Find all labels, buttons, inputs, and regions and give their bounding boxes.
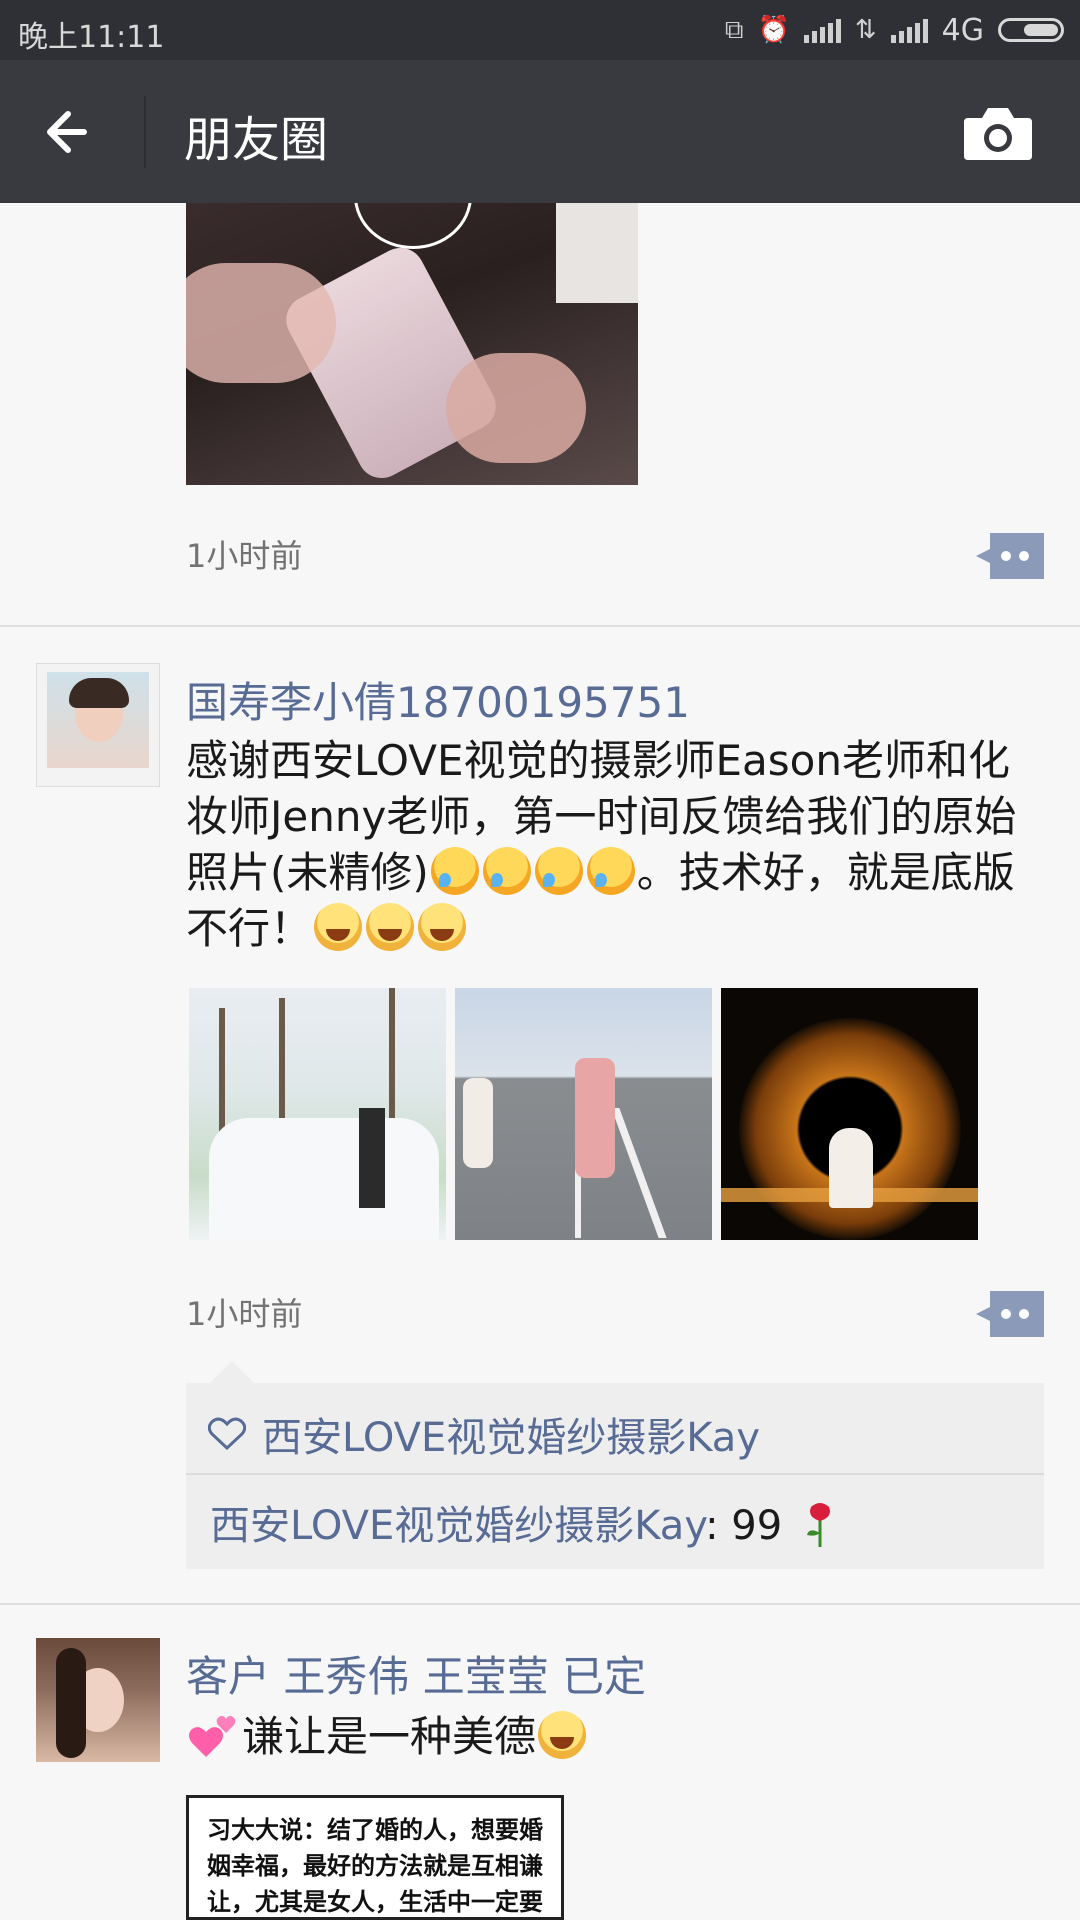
post-video-thumbnail[interactable] bbox=[186, 203, 638, 485]
heart-emoji-icon bbox=[189, 1715, 236, 1757]
heart-icon bbox=[208, 1417, 246, 1451]
data-transfer-icon: ⇅ bbox=[854, 15, 877, 45]
likes-row: 西安LOVE视觉婚纱摄影Kay bbox=[208, 1405, 760, 1463]
post-separator bbox=[0, 625, 1080, 627]
likes-comments-box: 西安LOVE视觉婚纱摄影Kay 西安LOVE视觉婚纱摄影Kay: 99 bbox=[186, 1383, 1044, 1569]
post-photo[interactable] bbox=[721, 988, 978, 1240]
camera-icon[interactable] bbox=[962, 104, 1034, 162]
rotation-lock-icon: ⧉ bbox=[724, 14, 744, 45]
comment-more-icon[interactable] bbox=[976, 533, 1044, 579]
post-time: 1小时前 bbox=[186, 1295, 303, 1333]
page-title: 朋友圈 bbox=[184, 112, 329, 168]
comment-item[interactable]: 西安LOVE视觉婚纱摄影Kay: 99 bbox=[210, 1493, 837, 1551]
liker-name[interactable]: 西安LOVE视觉婚纱摄影Kay bbox=[262, 1405, 760, 1463]
likes-divider bbox=[186, 1473, 1044, 1475]
post-author[interactable]: 国寿李小倩18700195751 bbox=[186, 669, 690, 730]
status-icons: ⧉ ⏰ ⇅ 4G bbox=[725, 10, 1064, 50]
nav-bar: 朋友圈 bbox=[0, 60, 1080, 203]
avatar[interactable] bbox=[36, 1638, 160, 1762]
play-button-icon[interactable] bbox=[354, 203, 472, 249]
laugh-emoji-icon bbox=[314, 903, 363, 951]
smile-emoji-icon bbox=[538, 1711, 587, 1759]
quote-image-text: 习大大说：结了婚的人，想要婚姻幸福，最好的方法就是互相谦让，尤其是女人，生活中一… bbox=[207, 1816, 543, 1916]
nav-divider bbox=[144, 96, 146, 168]
post-author[interactable]: 客户 王秀伟 王莹莹 已定 bbox=[186, 1643, 646, 1704]
comment-more-icon[interactable] bbox=[976, 1291, 1044, 1337]
post-photo[interactable]: 习大大说：结了婚的人，想要婚姻幸福，最好的方法就是互相谦让，尤其是女人，生活中一… bbox=[186, 1795, 564, 1920]
cry-emoji-icon bbox=[482, 847, 531, 895]
alarm-icon: ⏰ bbox=[757, 15, 790, 45]
status-bar: 晚上11:11 ⧉ ⏰ ⇅ 4G bbox=[0, 0, 1080, 60]
likes-pointer bbox=[210, 1361, 254, 1383]
network-type: 4G bbox=[941, 12, 984, 48]
comment-text: 99 bbox=[731, 1503, 783, 1549]
comment-author[interactable]: 西安LOVE视觉婚纱摄影Kay bbox=[210, 1503, 705, 1549]
cry-emoji-icon bbox=[586, 847, 635, 895]
rose-emoji-icon bbox=[806, 1503, 830, 1547]
avatar[interactable] bbox=[36, 663, 160, 787]
cry-emoji-icon bbox=[534, 847, 583, 895]
post-time: 1小时前 bbox=[186, 537, 303, 575]
post-text: 谦让是一种美德 bbox=[186, 1709, 1046, 1765]
back-arrow-icon[interactable] bbox=[40, 100, 104, 164]
status-time: 晚上11:11 bbox=[18, 20, 165, 55]
comment-separator: : bbox=[705, 1503, 732, 1549]
post-photo[interactable] bbox=[189, 988, 446, 1240]
battery-icon bbox=[998, 18, 1064, 42]
laugh-emoji-icon bbox=[418, 903, 467, 951]
post-separator bbox=[0, 1603, 1080, 1605]
post-text: 感谢西安LOVE视觉的摄影师Eason老师和化妆师Jenny老师，第一时间反馈给… bbox=[186, 733, 1046, 957]
post-text-body: 谦让是一种美德 bbox=[242, 1712, 537, 1761]
post-photo[interactable] bbox=[455, 988, 712, 1240]
laugh-emoji-icon bbox=[366, 903, 415, 951]
cry-emoji-icon bbox=[430, 847, 479, 895]
signal-strength-2-icon bbox=[890, 17, 928, 43]
signal-strength-icon bbox=[803, 17, 841, 43]
